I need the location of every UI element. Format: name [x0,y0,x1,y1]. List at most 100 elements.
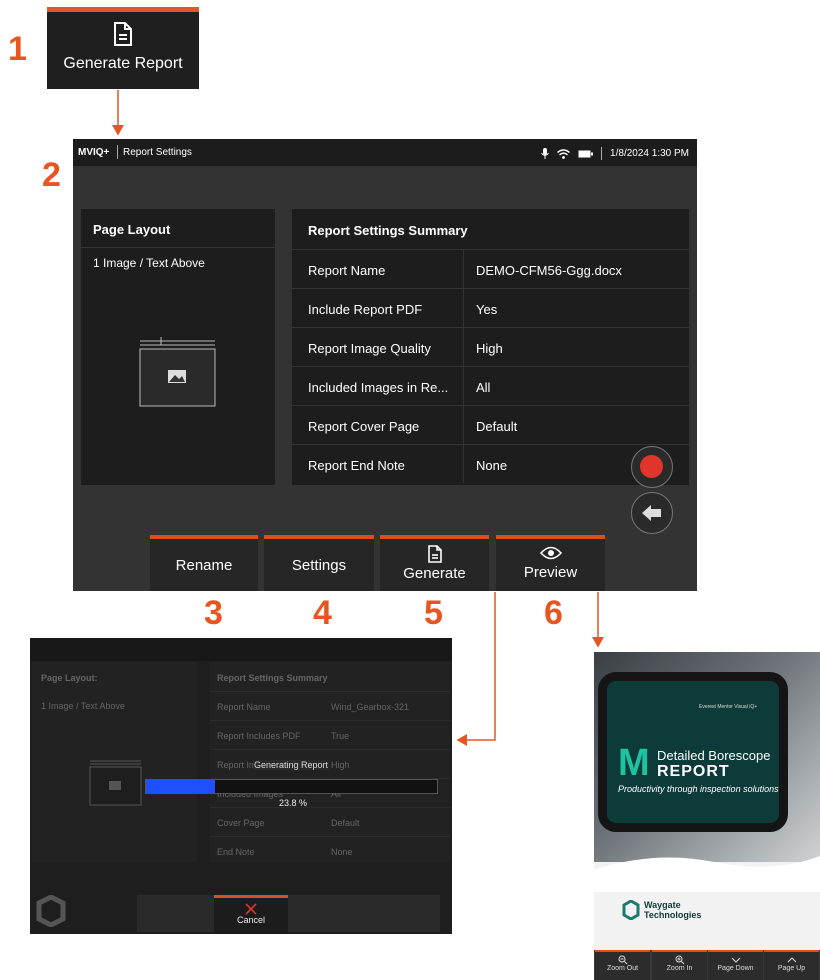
summary-row-key: Report Cover Page [308,419,420,434]
summary-row: Report Image Quality High [292,327,689,366]
summary-row: Include Report PDF Yes [292,288,689,327]
brand-label: MVIQ+ [78,147,110,158]
summary-row: Report Cover Page Default [292,405,689,444]
progress-row-key: Report Includes PDF [217,731,301,741]
status-bar: MVIQ+ Report Settings 1/8/2024 1:30 PM [73,139,697,166]
status-right: 1/8/2024 1:30 PM [541,147,689,160]
record-dot [640,455,663,478]
generate-label: Generate [403,565,466,582]
zoom-out-label: Zoom Out [606,965,639,972]
rename-button[interactable]: Rename [150,535,258,591]
progress-bar [145,779,438,794]
document-icon [427,545,442,563]
progress-row-key: Report Name [217,702,271,712]
progress-row-key: Cover Page [217,818,265,828]
report-settings-summary-panel: Report Settings Summary Report Name DEMO-… [292,209,689,485]
settings-button[interactable]: Settings [264,535,374,591]
summary-row: Report Name DEMO-CFM56-Ggg.docx [292,249,689,288]
cancel-label: Cancel [236,915,265,925]
summary-row-value: Yes [476,302,498,317]
page-up-button[interactable]: Page Up [764,950,819,980]
progress-layout-option: 1 Image / Text Above [41,701,125,711]
back-arrow-icon [642,505,661,521]
rename-label: Rename [175,557,233,574]
summary-row-key: Included Images in Re... [308,380,449,395]
summary-row-key: Include Report PDF [308,302,423,317]
waygate-logo-icon [622,900,640,920]
summary-row-divider [463,445,464,483]
progress-summary-row: Report Name Wind_Gearbox-321 [210,691,450,720]
report-settings-screen: MVIQ+ Report Settings 1/8/2024 1:30 PM P… [73,139,697,591]
wifi-icon [557,148,571,159]
summary-row-key: Report Image Quality [308,341,431,356]
preview-heading-line2: REPORT [657,763,730,780]
waygate-logo-line2: Technologies [644,910,702,920]
settings-label: Settings [291,557,347,574]
progress-layout-title: Page Layout: [41,673,98,683]
status-datetime: 1/8/2024 1:30 PM [610,148,689,159]
summary-row-divider [463,289,464,327]
document-icon [114,22,132,46]
summary-title: Report Settings Summary [308,223,468,238]
microphone-icon [541,148,549,159]
page-down-button[interactable]: Page Down [708,950,763,980]
device-brand-text: Everest Mentor Visual iQ+ [699,704,758,710]
summary-row-key: Report Name [308,263,386,278]
zoom-in-button[interactable]: Zoom In [652,950,707,980]
generating-report-screen: Page Layout: 1 Image / Text Above Report… [30,638,452,934]
progress-row-key: End Note [217,847,255,857]
status-divider [117,145,118,159]
zoom-out-button[interactable]: Zoom Out [595,950,650,980]
generate-report-label: Generate Report [63,55,183,72]
layout-thumbnail-icon [89,760,142,806]
progress-row-value: Default [331,818,360,828]
preview-toolbar: Zoom Out Zoom In Page Down Page Up [594,950,820,980]
summary-row-divider [463,367,464,405]
summary-row-value: None [476,458,508,473]
layout-thumbnail-icon [139,337,216,407]
page-down-label: Page Down [717,965,754,972]
generate-report-button[interactable]: Generate Report [47,7,199,89]
record-button[interactable] [631,446,673,488]
summary-row-divider [463,250,464,288]
page-layout-panel[interactable]: Page Layout 1 Image / Text Above [81,209,275,485]
progress-summary-row: End Note None [210,836,450,865]
page-layout-option: 1 Image / Text Above [93,256,205,270]
waygate-logo-icon [36,895,66,927]
summary-row-value: Default [476,419,518,434]
summary-row-key: Report End Note [308,458,405,473]
progress-softkey-bar [137,895,440,932]
waygate-logo-line1: Waygate [644,900,681,910]
progress-overlay: Generating Report 23.8 % [145,755,438,815]
preview-label: Preview [523,564,578,581]
preview-tagline: Productivity through inspection solution… [618,784,779,794]
close-icon [245,903,257,915]
page-layout-title: Page Layout [81,209,275,248]
progress-percent: 23.8 % [279,798,308,808]
back-button[interactable] [631,492,673,534]
progress-fill [146,780,216,793]
zoom-out-icon [618,955,627,965]
generate-button[interactable]: Generate [380,535,489,591]
screen-title: Report Settings [123,147,192,158]
cancel-button[interactable]: Cancel [214,895,288,934]
report-preview: Everest Mentor Visual iQ+ M Detailed Bor… [594,652,820,980]
summary-row-value: All [476,380,491,395]
chevron-up-icon [787,957,796,963]
eye-icon [539,546,562,560]
page-up-label: Page Up [777,965,806,972]
progress-row-value: Wind_Gearbox-321 [331,702,410,712]
summary-row: Included Images in Re... All [292,366,689,405]
preview-m-logo: M [618,742,650,784]
progress-status-bar [30,638,452,661]
battery-icon [578,150,594,157]
preview-wave [594,856,820,892]
preview-button[interactable]: Preview [496,535,605,591]
summary-row-value: DEMO-CFM56-Ggg.docx [476,263,622,278]
zoom-in-icon [675,955,684,965]
preview-heading-line1: Detailed Borescope [657,748,771,763]
progress-row-value: True [331,731,350,741]
summary-row-divider [463,406,464,444]
progress-summary-title: Report Settings Summary [217,673,328,683]
status-divider-2 [601,147,603,160]
